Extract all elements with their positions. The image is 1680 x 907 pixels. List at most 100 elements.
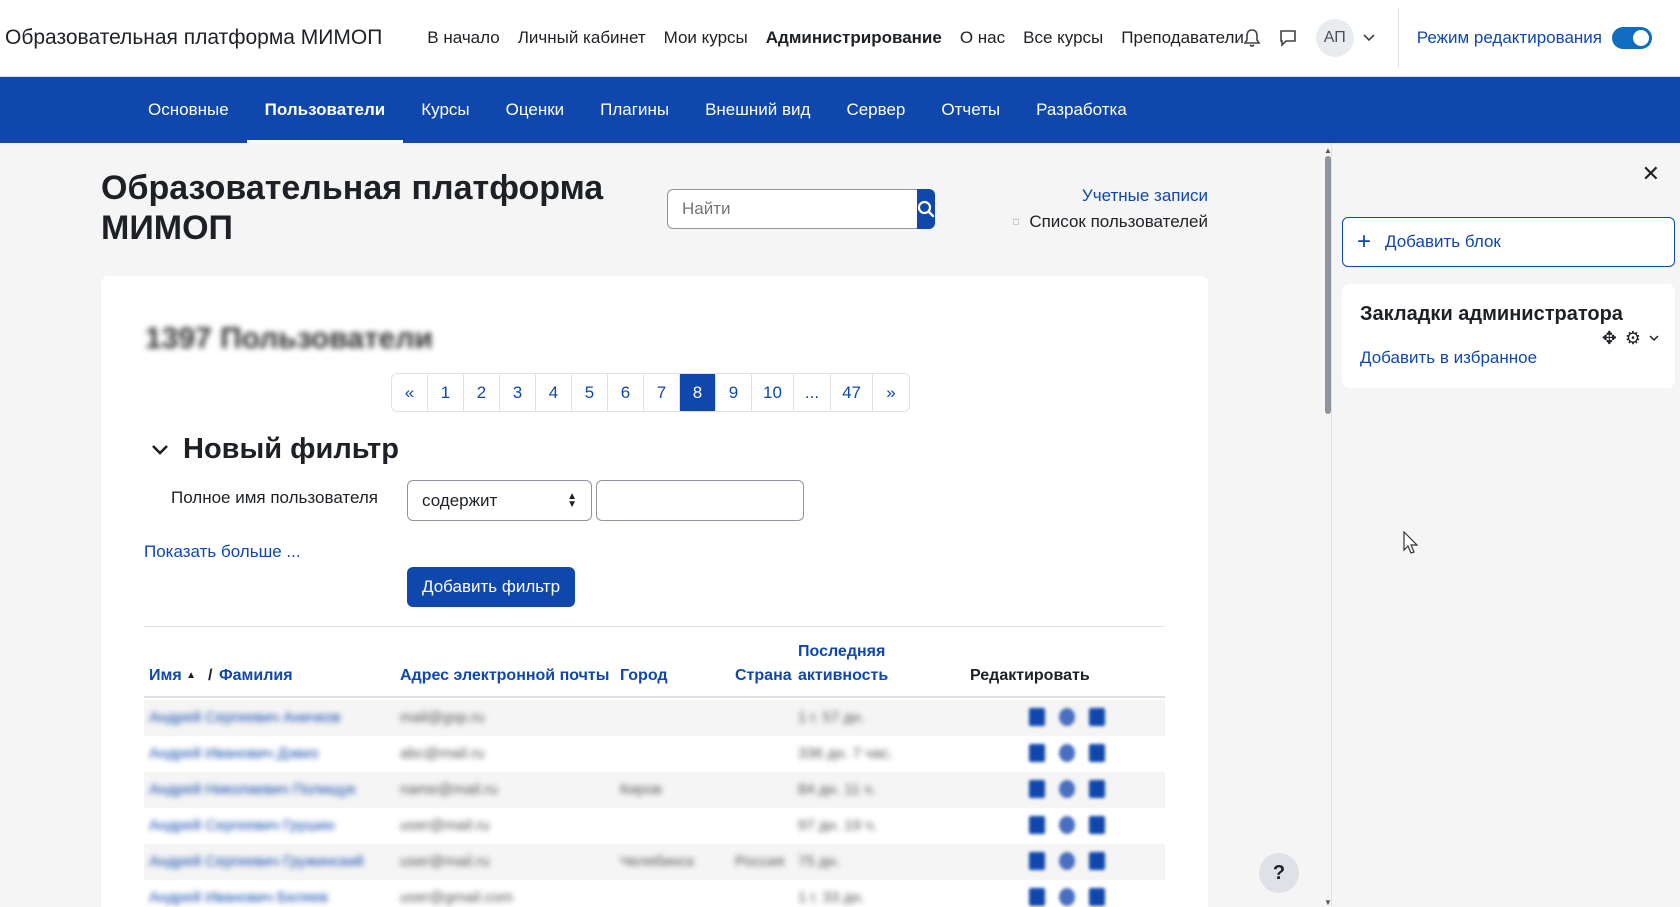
- delete-icon[interactable]: [1029, 888, 1045, 906]
- chevron-down-icon[interactable]: [151, 444, 169, 456]
- add-block-button[interactable]: + Добавить блок: [1342, 217, 1675, 267]
- filter-operator-value: содержит: [422, 490, 498, 510]
- move-icon[interactable]: ✥: [1602, 328, 1617, 349]
- tab-appearance[interactable]: Внешний вид: [687, 77, 828, 143]
- nav-administration[interactable]: Администрирование: [757, 28, 951, 48]
- user-controls: АП Режим редактирования: [1234, 0, 1680, 76]
- suspend-icon[interactable]: [1059, 708, 1075, 726]
- nav-dashboard[interactable]: Личный кабинет: [509, 28, 655, 48]
- add-filter-button[interactable]: Добавить фильтр: [407, 567, 576, 607]
- pagination-page[interactable]: 6: [608, 374, 644, 411]
- table-header: Имя ▲ / Фамилия Адрес электронной почты …: [144, 638, 1165, 698]
- gear-icon[interactable]: ⚙: [1625, 328, 1641, 349]
- edit-icon[interactable]: [1089, 708, 1105, 726]
- nav-home[interactable]: В начало: [418, 28, 508, 48]
- pagination-page[interactable]: 4: [536, 374, 572, 411]
- pagination-page[interactable]: 10: [752, 374, 794, 411]
- pagination-page[interactable]: 9: [716, 374, 752, 411]
- search-icon: [917, 200, 935, 218]
- user-last-activity: 75 дн.: [798, 853, 841, 870]
- help-button[interactable]: ?: [1259, 853, 1299, 893]
- user-name[interactable]: Андрей Сергеевич Аничков: [149, 709, 384, 727]
- user-name[interactable]: Андрей Иванович Дэвиз: [149, 745, 349, 763]
- user-avatar[interactable]: АП: [1315, 19, 1354, 57]
- column-last-name[interactable]: Фамилия: [219, 664, 293, 688]
- pagination-page[interactable]: 2: [464, 374, 500, 411]
- admin-tabs: Основные Пользователи Курсы Оценки Плаги…: [0, 77, 1680, 143]
- tab-reports[interactable]: Отчеты: [923, 77, 1018, 143]
- suspend-icon[interactable]: [1059, 816, 1075, 834]
- table-row: Андрей Иванович Дэвиз abc@mail.ru 336 дн…: [144, 736, 1165, 772]
- pagination-page[interactable]: 3: [500, 374, 536, 411]
- search-button[interactable]: [917, 189, 935, 229]
- user-name[interactable]: Андрей Николаевич Полищук: [149, 781, 394, 799]
- column-first-name[interactable]: Имя ▲: [149, 664, 196, 688]
- tab-development[interactable]: Разработка: [1018, 77, 1145, 143]
- edit-mode-label: Режим редактирования: [1416, 28, 1602, 47]
- block-title: Закладки администратора: [1360, 303, 1623, 325]
- admin-bookmarks-block: Закладки администратора ✥ ⚙ Добавить в и…: [1342, 284, 1675, 388]
- tab-users[interactable]: Пользователи: [246, 77, 404, 143]
- nav-teachers[interactable]: Преподаватели: [1112, 28, 1253, 48]
- filter-heading: Новый фильтр: [183, 433, 399, 465]
- breadcrumb-current-label: Список пользователей: [1029, 212, 1208, 231]
- pagination-next[interactable]: »: [873, 374, 909, 411]
- suspend-icon[interactable]: [1059, 852, 1075, 870]
- delete-icon[interactable]: [1029, 744, 1045, 762]
- search-input[interactable]: [667, 189, 917, 229]
- suspend-icon[interactable]: [1059, 744, 1075, 762]
- nav-my-courses[interactable]: Мои курсы: [655, 28, 757, 48]
- close-icon[interactable]: ✕: [1642, 161, 1660, 187]
- nav-all-courses[interactable]: Все курсы: [1014, 28, 1112, 48]
- user-name[interactable]: Андрей Сергеевич Гружинский: [149, 853, 389, 871]
- filter-section-header[interactable]: Новый фильтр: [151, 433, 399, 466]
- tab-courses[interactable]: Курсы: [403, 77, 487, 143]
- user-name[interactable]: Андрей Сергеевич Грушин: [149, 817, 364, 835]
- edit-icon[interactable]: [1089, 816, 1105, 834]
- chevron-down-icon[interactable]: [1649, 335, 1659, 342]
- filter-value-input[interactable]: [596, 480, 804, 521]
- tab-plugins[interactable]: Плагины: [582, 77, 687, 143]
- delete-icon[interactable]: [1029, 852, 1045, 870]
- user-name[interactable]: Андрей Иванович Беляев: [149, 889, 354, 907]
- suspend-icon[interactable]: [1059, 888, 1075, 906]
- pagination-page[interactable]: 47: [831, 374, 874, 411]
- pagination-page[interactable]: 1: [428, 374, 464, 411]
- suspend-icon[interactable]: [1059, 780, 1075, 798]
- delete-icon[interactable]: [1029, 708, 1045, 726]
- edit-icon[interactable]: [1089, 744, 1105, 762]
- edit-icon[interactable]: [1089, 852, 1105, 870]
- bell-icon[interactable]: [1234, 20, 1270, 56]
- filter-operator-select[interactable]: содержит ▲ ▼: [407, 480, 592, 521]
- tab-grades[interactable]: Оценки: [488, 77, 583, 143]
- column-last-activity[interactable]: Последняя активность: [798, 640, 888, 688]
- sort-asc-icon: ▲: [186, 670, 197, 681]
- table-row: Андрей Сергеевич Грушин user@mail.ru 97 …: [144, 808, 1165, 844]
- filter-field-label: Полное имя пользователя: [171, 488, 379, 507]
- mouse-cursor-icon: [1403, 530, 1419, 560]
- user-last-activity: 336 дн. 7 час.: [798, 745, 893, 762]
- nav-about[interactable]: О нас: [951, 28, 1014, 48]
- tab-general[interactable]: Основные: [130, 77, 247, 143]
- add-to-favorites-link[interactable]: Добавить в избранное: [1360, 348, 1537, 368]
- breadcrumb-accounts[interactable]: Учетные записи: [1013, 183, 1208, 209]
- tab-server[interactable]: Сервер: [828, 77, 923, 143]
- column-email[interactable]: Адрес электронной почты: [400, 664, 609, 688]
- column-city[interactable]: Город: [620, 664, 668, 688]
- edit-icon[interactable]: [1089, 888, 1105, 906]
- row-actions: [1029, 744, 1105, 762]
- edit-mode-toggle[interactable]: [1612, 27, 1652, 49]
- pagination-page-current[interactable]: 8: [680, 374, 716, 411]
- delete-icon[interactable]: [1029, 780, 1045, 798]
- edit-icon[interactable]: [1089, 780, 1105, 798]
- show-more-link[interactable]: Показать больше ...: [144, 542, 301, 562]
- column-first-name-label: Имя: [149, 667, 182, 684]
- pagination-page[interactable]: 7: [644, 374, 680, 411]
- messages-icon[interactable]: [1270, 20, 1306, 56]
- chevron-down-icon[interactable]: [1360, 29, 1378, 47]
- delete-icon[interactable]: [1029, 816, 1045, 834]
- site-brand[interactable]: Образовательная платформа МИМОП: [5, 26, 382, 50]
- column-country[interactable]: Страна: [735, 664, 792, 688]
- pagination-page[interactable]: 5: [572, 374, 608, 411]
- pagination-prev[interactable]: «: [392, 374, 428, 411]
